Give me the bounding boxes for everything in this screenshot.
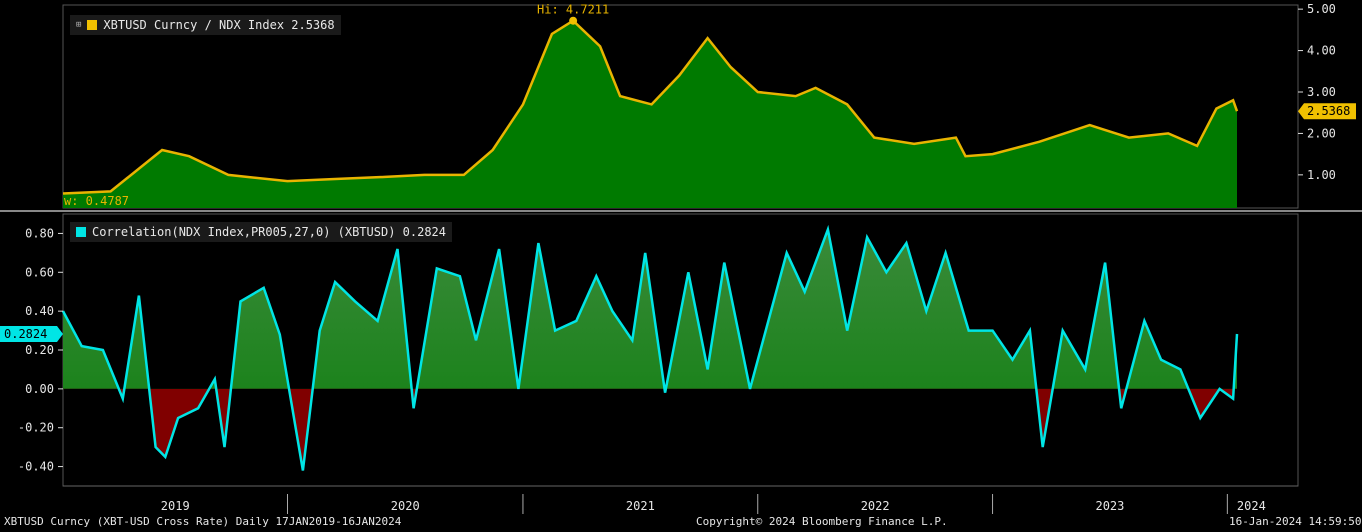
ratio-ytick-label: 5.00 <box>1307 2 1336 16</box>
ratio-legend[interactable]: ⊞ XBTUSD Curncy / NDX Index 2.5368 <box>70 15 341 35</box>
low-label: w: 0.4787 <box>64 194 129 208</box>
correlation-ytick-label: 0.00 <box>25 382 54 396</box>
correlation-legend-label: Correlation(NDX Index,PR005,27,0) (XBTUS… <box>92 225 447 239</box>
year-label: 2023 <box>1095 499 1124 513</box>
year-label: 2021 <box>626 499 655 513</box>
correlation-last-value-label: 0.2824 <box>4 327 47 341</box>
year-label: 2019 <box>161 499 190 513</box>
correlation-panel: -0.40 -0.20 0.00 0.20 0.40 0.60 0.80 0.2824 <box>0 213 1299 487</box>
ratio-legend-label: XBTUSD Curncy / NDX Index 2.5368 <box>103 18 335 32</box>
correlation-ytick-label: -0.40 <box>18 460 54 474</box>
year-label: 2020 <box>391 499 420 513</box>
ratio-swatch-icon <box>87 20 98 30</box>
high-label: Hi: 4.7211 <box>537 3 609 17</box>
correlation-legend[interactable]: Correlation(NDX Index,PR005,27,0) (XBTUS… <box>70 222 453 242</box>
chart-canvas: 1.00 2.00 3.00 4.00 5.00 2.5368 Hi: 4.7211 w: 0… <box>0 2 1362 514</box>
footer-security: XBTUSD Curncy (XBT-USD Cross Rate) Daily… <box>4 515 402 528</box>
ratio-ytick-label: 3.00 <box>1307 85 1336 99</box>
correlation-ytick-label: 0.20 <box>25 343 54 357</box>
ratio-ytick-label: 4.00 <box>1307 44 1336 58</box>
ratio-ytick-label: 2.00 <box>1307 126 1336 140</box>
year-label: 2024 <box>1237 499 1266 513</box>
footer-copyright: Copyright© 2024 Bloomberg Finance L.P. <box>696 515 948 528</box>
correlation-ytick-label: 0.40 <box>25 304 54 318</box>
correlation-ytick-label: 0.60 <box>25 265 54 279</box>
correlation-ytick-label: -0.20 <box>18 421 54 435</box>
correlation-ytick-label: 0.80 <box>25 226 54 240</box>
ratio-last-value-label: 2.5368 <box>1307 104 1350 118</box>
collapse-icon[interactable]: ⊞ <box>76 20 81 30</box>
year-label: 2022 <box>861 499 890 513</box>
correlation-swatch-icon <box>76 227 86 237</box>
ratio-ytick-label: 1.00 <box>1307 168 1336 182</box>
high-marker <box>569 16 578 25</box>
x-axis: 2019 2020 2021 2022 2023 2024 <box>63 485 1298 514</box>
footer-timestamp: 16-Jan-2024 14:59:50 <box>1229 515 1362 528</box>
